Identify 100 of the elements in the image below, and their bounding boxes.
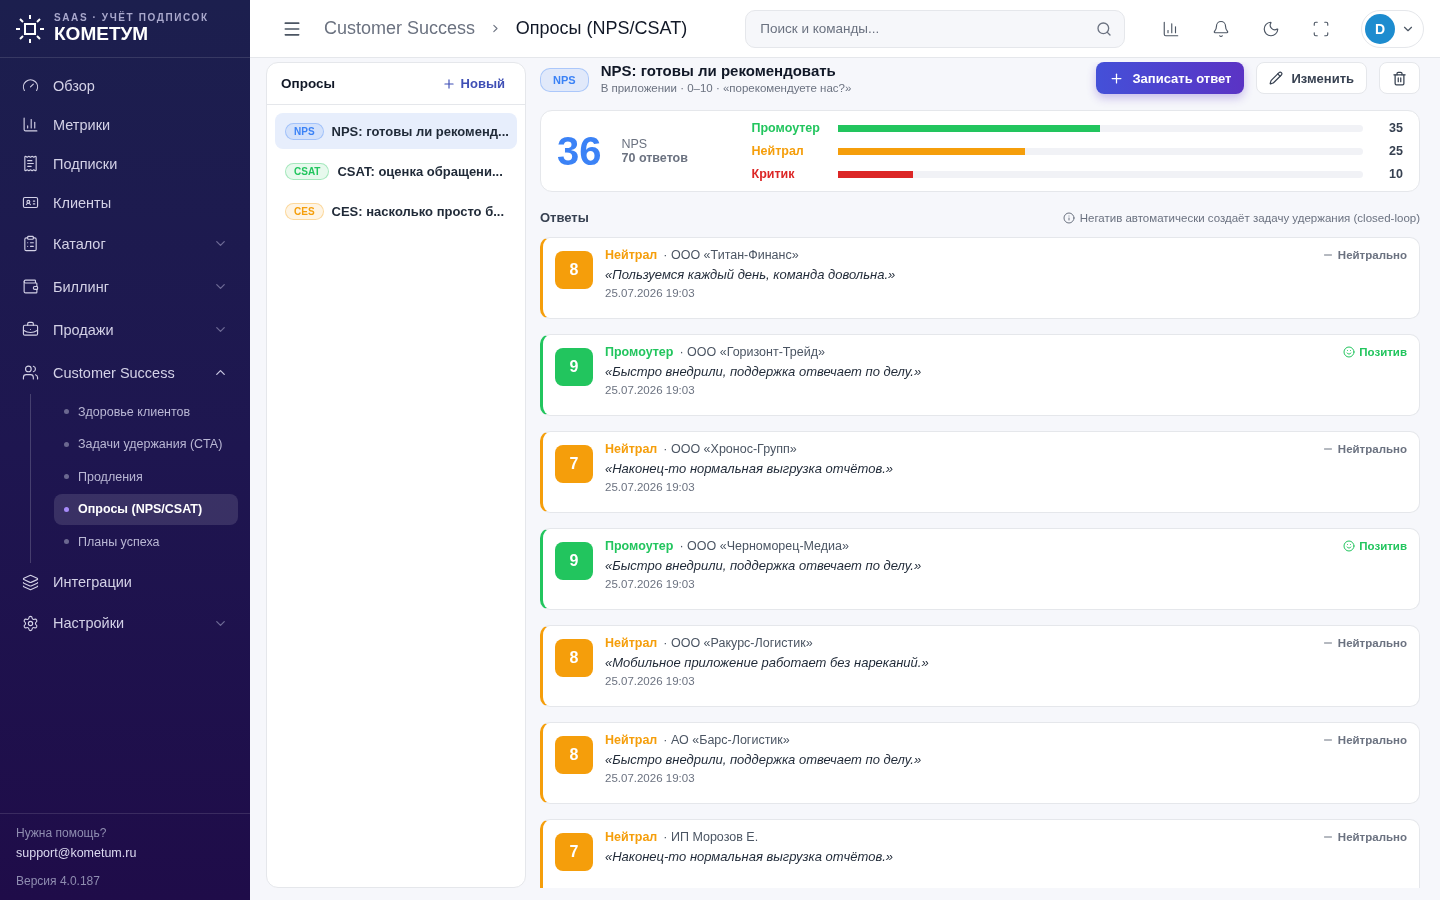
sentiment-label: Нейтрально xyxy=(1337,734,1407,746)
bar-chart-icon xyxy=(22,116,39,133)
users-icon xyxy=(22,364,39,381)
edit-button[interactable]: Изменить xyxy=(1256,62,1367,94)
company-name: · ООО «Хронос-Групп» xyxy=(663,442,798,456)
brand-tagline: SAAS · УЧЁТ ПОДПИСОК xyxy=(54,12,209,23)
trash-icon xyxy=(1392,70,1407,86)
search-icon xyxy=(1096,20,1113,37)
survey-item[interactable]: NPS NPS: готовы ли рекоменд... xyxy=(275,113,517,149)
plus-icon xyxy=(1109,70,1125,86)
score-label: NPS xyxy=(621,137,649,151)
nav-subitem[interactable]: Планы успеха xyxy=(54,526,238,557)
nav-subitem[interactable]: Здоровье клиентов xyxy=(54,396,238,427)
group-label: Нейтрал xyxy=(605,830,658,844)
breadcrumb-item[interactable]: Customer Success xyxy=(323,18,475,39)
nav-item[interactable]: Продажи xyxy=(12,308,238,351)
group-label: Нейтрал xyxy=(605,248,658,262)
sentiment-label: Нейтрально xyxy=(1337,443,1407,455)
new-survey-button[interactable]: Новый xyxy=(435,75,511,92)
panel-title: Опросы xyxy=(281,76,335,91)
nps-score: 36 xyxy=(557,128,602,174)
nav-item[interactable]: Настройки xyxy=(12,601,238,645)
user-avatar: D xyxy=(1364,13,1395,44)
smile-icon xyxy=(1343,346,1356,358)
group-label: Нейтрал xyxy=(605,733,658,747)
response-date: 25.07.2026 19:03 xyxy=(605,287,696,299)
score-badge: 8 xyxy=(555,639,593,677)
breadcrumb-item: Опросы (NPS/CSAT) xyxy=(515,18,688,39)
nav-subitem[interactable]: Задачи удержания (CTA) xyxy=(54,428,238,460)
record-response-button[interactable]: Записать ответ xyxy=(1096,62,1245,94)
pencil-icon xyxy=(1269,71,1284,85)
help-text: Нужна помощь? xyxy=(16,826,108,840)
response-date: 25.07.2026 19:03 xyxy=(605,578,696,590)
info-note: Негатив автоматически создаёт задачу удержания (closed-loop) xyxy=(1079,211,1420,224)
group-label: Нейтрал xyxy=(751,144,805,158)
support-email-link[interactable]: support@kometum.ru xyxy=(16,846,234,860)
nav-item[interactable]: Обзор xyxy=(12,66,238,105)
logo-icon xyxy=(14,12,46,45)
score-badge: 7 xyxy=(555,445,593,483)
response-quote: «Наконец-то нормальная выгрузка отчётов.» xyxy=(605,849,895,864)
survey-title: CSAT: оценка обращени... xyxy=(337,163,503,179)
user-menu-button[interactable]: D xyxy=(1360,9,1424,48)
briefcase-icon xyxy=(22,321,39,338)
response-date: 25.07.2026 19:03 xyxy=(605,384,696,396)
survey-type-tag: CES xyxy=(285,202,324,220)
section-title: Ответы xyxy=(540,210,589,225)
company-name: · ООО «Ракурс-Логистик» xyxy=(663,636,814,650)
score-badge: 9 xyxy=(555,542,593,580)
company-name: · АО «Барс-Логистик» xyxy=(663,733,791,747)
survey-item[interactable]: CSAT CSAT: оценка обращени... xyxy=(275,153,517,189)
nav-item[interactable]: Каталог xyxy=(12,222,238,265)
group-count: 35 xyxy=(1388,121,1403,135)
survey-title: CES: насколько просто б... xyxy=(331,203,505,219)
delete-button[interactable] xyxy=(1379,62,1420,94)
nav-subitem[interactable]: Опросы (NPS/CSAT) xyxy=(54,493,238,525)
response-date: 25.07.2026 19:03 xyxy=(605,772,696,784)
survey-subtitle: В приложении · 0–10 · «порекомендуете нас?» xyxy=(600,82,853,94)
nav-item[interactable]: Метрики xyxy=(12,105,238,144)
survey-type-tag: NPS xyxy=(540,68,589,92)
layers-icon xyxy=(22,573,39,591)
survey-title: NPS: готовы ли рекомендовать xyxy=(600,62,837,79)
survey-type-tag: NPS xyxy=(285,122,324,140)
version-text: Версия 4.0.187 xyxy=(16,874,101,888)
bell-icon xyxy=(1212,19,1231,38)
group-label: Промоутер xyxy=(605,345,674,359)
sentiment-label: Нейтрально xyxy=(1337,831,1407,843)
group-label: Промоутер xyxy=(605,539,674,553)
search-field[interactable]: Поиск и команды... xyxy=(745,9,1126,48)
response-quote: «Быстро внедрили, поддержка отвечает по делу.» xyxy=(605,364,923,379)
nav-item[interactable]: Биллинг xyxy=(12,265,238,308)
response-date: 25.07.2026 19:03 xyxy=(605,675,696,687)
info-icon xyxy=(1062,211,1075,224)
nav-item[interactable]: Клиенты xyxy=(12,183,238,222)
score-badge: 7 xyxy=(555,833,593,871)
nav-item[interactable]: Customer Success xyxy=(12,351,238,394)
group-count: 10 xyxy=(1388,167,1403,181)
sentiment-label: Позитив xyxy=(1359,540,1407,552)
group-label: Промоутер xyxy=(751,121,821,135)
score-badge: 8 xyxy=(555,736,593,774)
survey-type-tag: CSAT xyxy=(285,162,330,180)
nav-item[interactable]: Интеграции xyxy=(12,562,238,602)
company-name: · ООО «Черноморец-Медиа» xyxy=(679,539,850,553)
response-count: 70 ответов xyxy=(621,151,689,165)
search-input[interactable]: Поиск и команды... xyxy=(758,20,1097,37)
group-label: Нейтрал xyxy=(605,636,658,650)
receipt-icon xyxy=(22,155,39,172)
survey-item[interactable]: CES CES: насколько просто б... xyxy=(275,193,517,229)
group-count: 25 xyxy=(1388,144,1403,158)
fullscreen-icon xyxy=(1312,19,1330,38)
survey-title: NPS: готовы ли рекоменд... xyxy=(331,123,509,139)
score-badge: 9 xyxy=(555,348,593,386)
bar-chart-icon xyxy=(1162,19,1181,38)
sentiment-label: Нейтрально xyxy=(1337,249,1407,261)
response-quote: «Мобильное приложение работает без нареканий.» xyxy=(605,655,930,670)
response-quote: «Пользуемся каждый день, команда довольна.» xyxy=(605,267,897,282)
moon-icon xyxy=(1262,19,1281,38)
nav-item[interactable]: Подписки xyxy=(12,144,238,183)
response-date: 25.07.2026 19:03 xyxy=(605,481,696,493)
gauge-icon xyxy=(22,77,39,94)
nav-subitem[interactable]: Продления xyxy=(54,461,238,492)
